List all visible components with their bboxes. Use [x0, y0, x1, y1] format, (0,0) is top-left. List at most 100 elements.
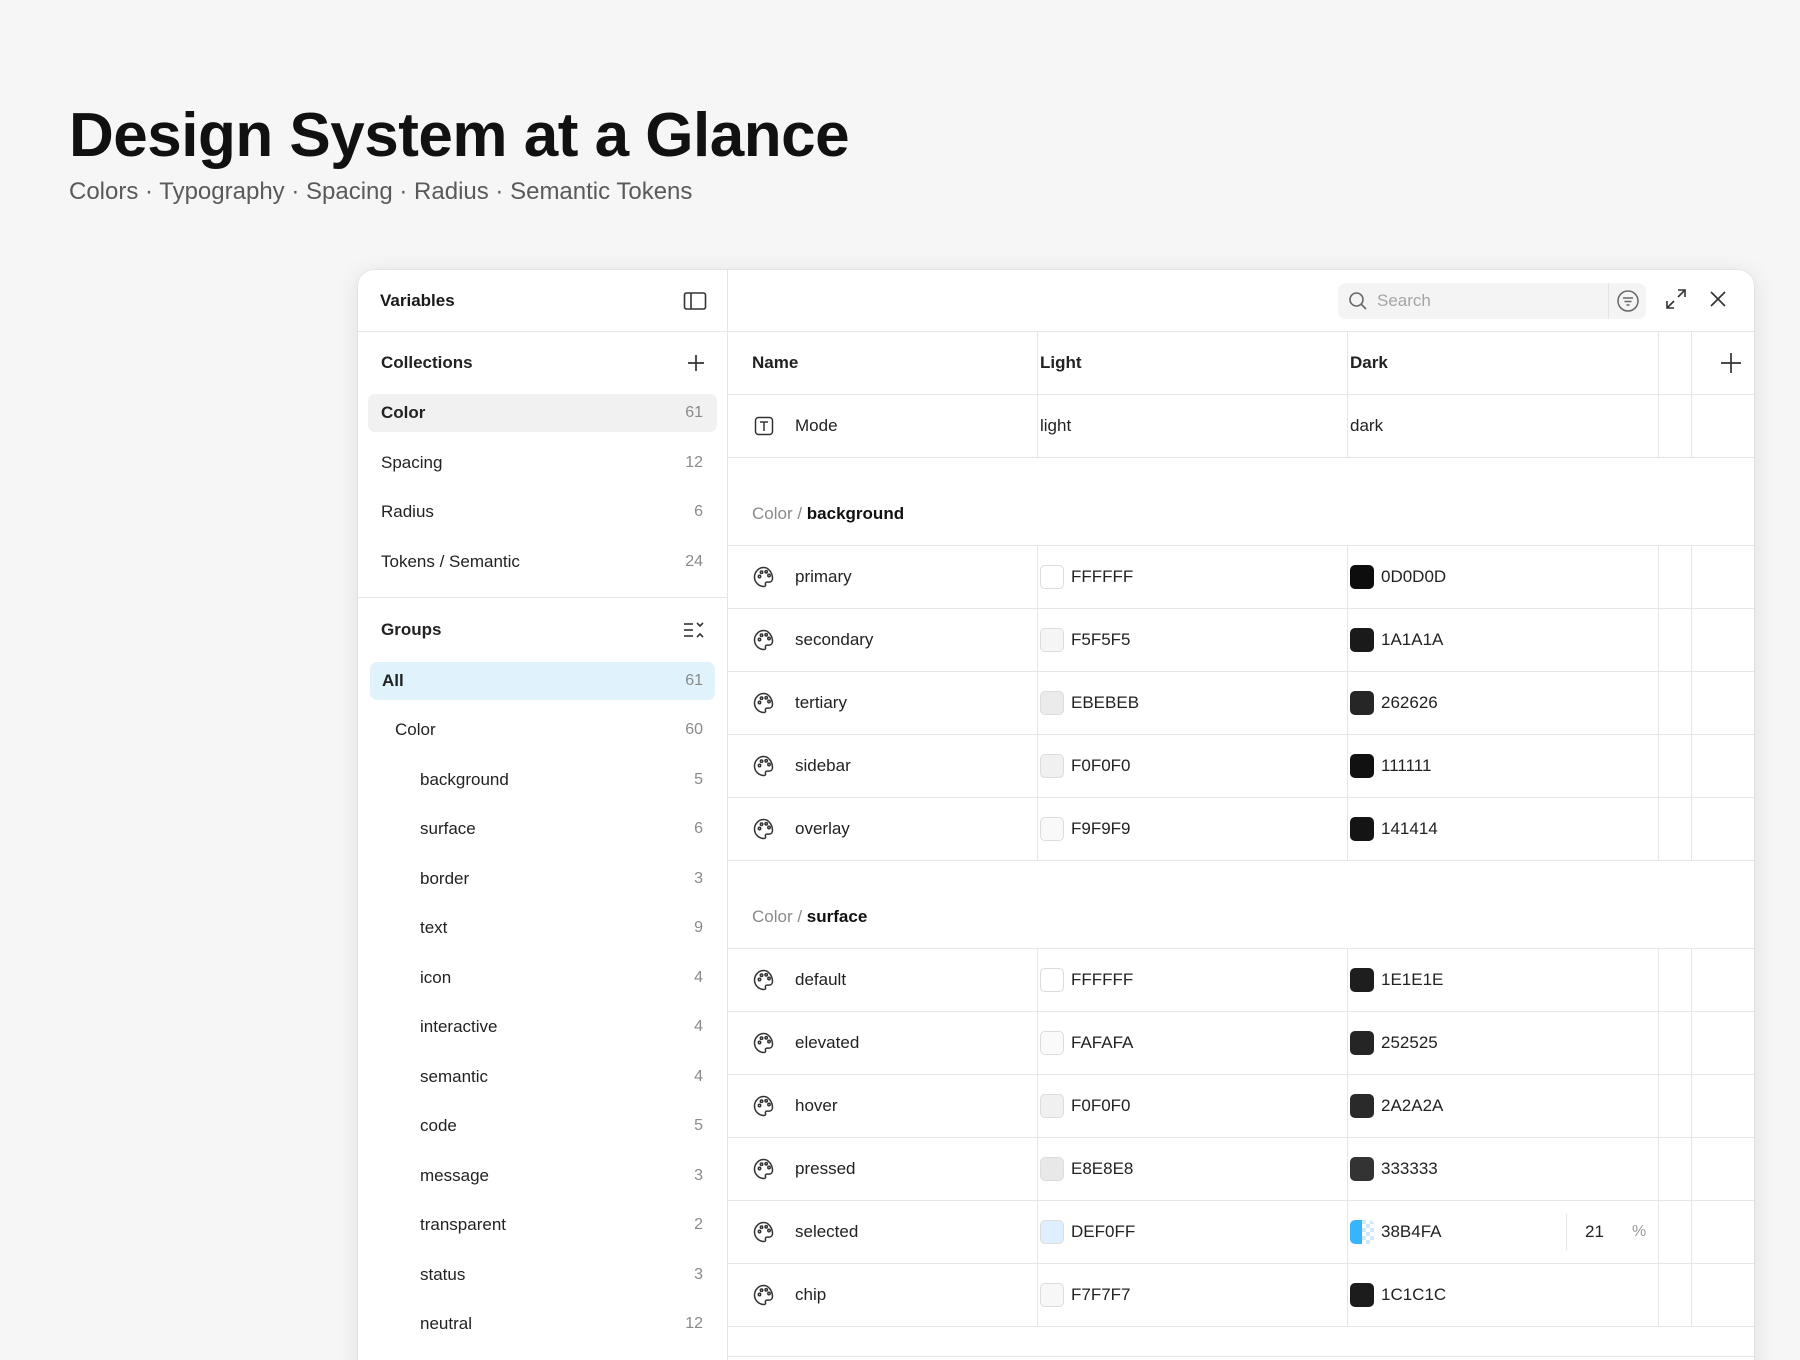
color-variable-icon: [752, 628, 776, 652]
opacity-input[interactable]: 21: [1585, 1222, 1604, 1242]
table-row[interactable]: hover F0F0F0 2A2A2A: [728, 1075, 1754, 1138]
table-row[interactable]: primary FFFFFF 0D0D0D: [728, 546, 1754, 609]
table-row[interactable]: chip F7F7F7 1C1C1C: [728, 1264, 1754, 1327]
add-mode-icon[interactable]: [1720, 352, 1742, 374]
sidebar: Variables Collections Color 61 Spacing 1…: [358, 270, 728, 1360]
collection-item-tokens-semantic[interactable]: Tokens / Semantic 24: [368, 543, 717, 581]
light-value-cell[interactable]: FFFFFF: [1040, 968, 1133, 992]
group-item-semantic[interactable]: semantic 4: [370, 1058, 715, 1096]
dark-color-swatch[interactable]: [1350, 817, 1374, 841]
table-row[interactable]: secondary F5F5F5 1A1A1A: [728, 609, 1754, 672]
group-item-border[interactable]: border 3: [370, 860, 715, 898]
light-hex-value: F9F9F9: [1071, 819, 1131, 838]
collection-item-color[interactable]: Color 61: [368, 394, 717, 432]
dark-value-cell[interactable]: 111111: [1350, 754, 1431, 778]
group-item-interactive[interactable]: interactive 4: [370, 1008, 715, 1046]
group-count: 4: [694, 1018, 703, 1035]
filter-icon[interactable]: [1616, 289, 1640, 313]
light-color-swatch[interactable]: [1040, 1094, 1064, 1118]
light-color-swatch[interactable]: [1040, 817, 1064, 841]
group-item-code[interactable]: code 5: [370, 1107, 715, 1145]
light-color-swatch[interactable]: [1040, 968, 1064, 992]
light-color-swatch[interactable]: [1040, 1283, 1064, 1307]
mode-row[interactable]: Mode light dark: [728, 395, 1754, 458]
dark-value-cell[interactable]: 262626: [1350, 691, 1438, 715]
close-icon[interactable]: [1708, 289, 1728, 309]
dark-color-swatch[interactable]: [1350, 628, 1374, 652]
mode-dark-value[interactable]: dark: [1350, 416, 1383, 436]
dark-color-swatch[interactable]: [1350, 1220, 1374, 1244]
table-row[interactable]: sidebar F0F0F0 111111: [728, 735, 1754, 798]
group-item-neutral[interactable]: neutral 12: [370, 1305, 715, 1343]
group-item-surface[interactable]: surface 6: [370, 810, 715, 848]
light-value-cell[interactable]: F5F5F5: [1040, 628, 1131, 652]
dark-color-swatch[interactable]: [1350, 565, 1374, 589]
light-color-swatch[interactable]: [1040, 1031, 1064, 1055]
group-item-icon[interactable]: icon 4: [370, 959, 715, 997]
light-value-cell[interactable]: F0F0F0: [1040, 1094, 1131, 1118]
table-row[interactable]: elevated FAFAFA 252525: [728, 1012, 1754, 1075]
group-item-text[interactable]: text 9: [370, 909, 715, 947]
light-value-cell[interactable]: FFFFFF: [1040, 565, 1133, 589]
group-item-status[interactable]: status 3: [370, 1256, 715, 1294]
table-row[interactable]: overlay F9F9F9 141414: [728, 798, 1754, 861]
table-row[interactable]: pressed E8E8E8 333333: [728, 1138, 1754, 1201]
dark-value-cell[interactable]: 252525: [1350, 1031, 1438, 1055]
light-value-cell[interactable]: EBEBEB: [1040, 691, 1139, 715]
collection-item-spacing[interactable]: Spacing 12: [368, 444, 717, 482]
dark-color-swatch[interactable]: [1350, 1094, 1374, 1118]
light-color-swatch[interactable]: [1040, 754, 1064, 778]
search-box[interactable]: [1338, 283, 1646, 319]
group-item-color[interactable]: Color 60: [370, 711, 715, 749]
light-color-swatch[interactable]: [1040, 1157, 1064, 1181]
collapse-groups-icon[interactable]: [683, 621, 705, 639]
dark-hex-value: 111111: [1381, 756, 1432, 775]
dark-value-cell[interactable]: 1A1A1A: [1350, 628, 1443, 652]
group-label: border: [420, 868, 470, 888]
toggle-sidebar-icon[interactable]: [683, 291, 707, 311]
search-input[interactable]: [1377, 291, 1597, 311]
light-value-cell[interactable]: E8E8E8: [1040, 1157, 1133, 1181]
dark-color-swatch[interactable]: [1350, 691, 1374, 715]
dark-color-swatch[interactable]: [1350, 754, 1374, 778]
dark-color-swatch[interactable]: [1350, 968, 1374, 992]
light-value-cell[interactable]: FAFAFA: [1040, 1031, 1133, 1055]
group-count: 60: [685, 721, 703, 738]
light-color-swatch[interactable]: [1040, 1220, 1064, 1244]
dark-value-cell[interactable]: 1E1E1E: [1350, 968, 1443, 992]
light-value-cell[interactable]: F9F9F9: [1040, 817, 1131, 841]
collection-item-radius[interactable]: Radius 6: [368, 493, 717, 531]
expand-icon[interactable]: [1665, 288, 1687, 310]
dark-value-cell[interactable]: 2A2A2A: [1350, 1094, 1443, 1118]
column-header-light[interactable]: Light: [1040, 353, 1082, 373]
group-count: 4: [694, 1067, 703, 1085]
group-label: text: [420, 918, 448, 937]
group-item-all[interactable]: All 61: [370, 661, 715, 700]
dark-color-swatch[interactable]: [1350, 1031, 1374, 1055]
top-bar: [728, 270, 1754, 332]
group-item-background[interactable]: background 5: [370, 761, 715, 799]
dark-value-cell[interactable]: 38B4FA: [1350, 1220, 1442, 1244]
dark-value-cell[interactable]: 0D0D0D: [1350, 565, 1446, 589]
light-color-swatch[interactable]: [1040, 628, 1064, 652]
dark-color-swatch[interactable]: [1350, 1283, 1374, 1307]
group-item-message[interactable]: message 3: [370, 1157, 715, 1195]
dark-value-cell[interactable]: 1C1C1C: [1350, 1283, 1446, 1307]
column-header-dark[interactable]: Dark: [1350, 353, 1388, 373]
table-row[interactable]: selected DEF0FF 38B4FA 21%: [728, 1201, 1754, 1264]
dark-value-cell[interactable]: 333333: [1350, 1157, 1438, 1181]
light-value-cell[interactable]: F7F7F7: [1040, 1283, 1131, 1307]
add-collection-icon[interactable]: [687, 354, 705, 372]
light-value-cell[interactable]: DEF0FF: [1040, 1220, 1135, 1244]
table-row[interactable]: default FFFFFF 1E1E1E: [728, 949, 1754, 1012]
mode-light-value[interactable]: light: [1040, 416, 1071, 436]
collections-title: Collections: [381, 353, 473, 372]
collection-count: 6: [694, 503, 703, 520]
light-color-swatch[interactable]: [1040, 565, 1064, 589]
group-item-transparent[interactable]: transparent 2: [370, 1206, 715, 1244]
dark-color-swatch[interactable]: [1350, 1157, 1374, 1181]
table-row[interactable]: tertiary EBEBEB 262626: [728, 672, 1754, 735]
dark-value-cell[interactable]: 141414: [1350, 817, 1438, 841]
light-color-swatch[interactable]: [1040, 691, 1064, 715]
light-value-cell[interactable]: F0F0F0: [1040, 754, 1131, 778]
